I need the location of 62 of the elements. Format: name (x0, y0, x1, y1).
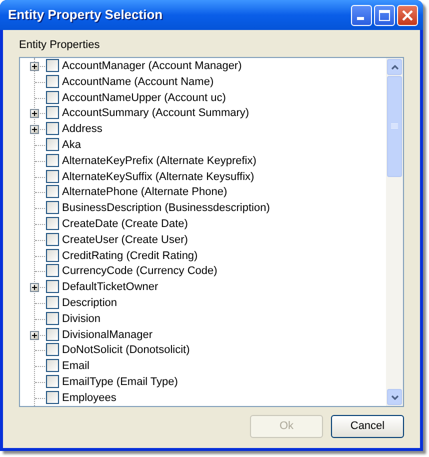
expand-icon[interactable] (30, 125, 39, 134)
close-icon (402, 10, 413, 20)
property-label[interactable]: Division (62, 312, 101, 326)
checkbox[interactable] (46, 59, 59, 72)
property-label[interactable]: BusinessDescription (Businessdescription) (62, 201, 270, 216)
checkbox[interactable] (46, 185, 59, 198)
property-label[interactable]: Email (62, 359, 90, 374)
checkbox[interactable] (46, 264, 59, 278)
checkbox[interactable] (46, 343, 59, 356)
property-label[interactable]: AlternateKeyPrefix (Alternate Keyprefix) (62, 154, 256, 168)
maximize-button[interactable] (374, 4, 395, 26)
checkbox[interactable] (46, 201, 59, 214)
property-label[interactable]: DefaultTicketOwner (62, 280, 158, 294)
checkbox[interactable] (46, 232, 59, 246)
checkbox[interactable] (46, 374, 59, 388)
checkbox[interactable] (46, 74, 59, 88)
property-label[interactable]: AlternatePhone (Alternate Phone) (62, 185, 228, 200)
caret-down-icon (390, 394, 398, 400)
property-label[interactable]: CreditRating (Credit Rating) (62, 248, 198, 263)
checkbox[interactable] (46, 154, 59, 167)
scrollbar[interactable] (386, 58, 403, 406)
property-label[interactable]: Address (62, 122, 102, 136)
scroll-down-button[interactable] (387, 389, 402, 405)
property-label[interactable]: DoNotSolicit (Donotsolicit) (62, 343, 190, 358)
checkbox[interactable] (46, 280, 59, 294)
property-label[interactable]: Description (62, 296, 118, 310)
property-label[interactable]: AccountManager (Account Manager) (62, 59, 242, 73)
checkbox[interactable] (46, 90, 59, 104)
checkbox[interactable] (46, 138, 59, 151)
property-label[interactable]: DivisionalManager (62, 328, 152, 342)
checkbox[interactable] (46, 296, 59, 309)
group-label: Entity Properties (19, 38, 101, 52)
property-label[interactable]: Aka (62, 138, 81, 152)
cancel-button[interactable]: Cancel (331, 415, 404, 438)
checkbox[interactable] (46, 328, 59, 341)
close-button[interactable] (397, 4, 418, 26)
property-label[interactable]: EmailType (Email Type) (62, 374, 178, 389)
checkbox[interactable] (46, 390, 59, 404)
checkbox[interactable] (46, 359, 59, 372)
property-label[interactable]: AccountName (Account Name) (62, 74, 214, 89)
checkbox[interactable] (46, 106, 59, 120)
property-label[interactable]: AccountNameUpper (Account uc) (62, 90, 226, 105)
scroll-thumb[interactable] (387, 76, 402, 177)
minimize-button[interactable] (351, 4, 372, 26)
checkbox[interactable] (46, 312, 59, 325)
checkbox[interactable] (46, 248, 59, 262)
expand-icon[interactable] (30, 109, 39, 118)
expand-icon[interactable] (30, 330, 39, 340)
scroll-up-button[interactable] (387, 59, 402, 75)
checkbox[interactable] (46, 170, 59, 183)
property-label[interactable]: AlternateKeySuffix (Alternate Keysuffix) (62, 170, 254, 184)
expand-icon[interactable] (30, 283, 39, 292)
checkbox[interactable] (46, 122, 59, 136)
expand-icon[interactable] (30, 62, 39, 71)
property-label[interactable]: CreateUser (Create User) (62, 232, 188, 247)
property-label[interactable]: CurrencyCode (Currency Code) (62, 264, 218, 278)
window-title: Entity Property Selection (8, 6, 164, 24)
caret-up-icon (390, 64, 398, 70)
checkbox[interactable] (46, 216, 59, 230)
property-label[interactable]: AccountSummary (Account Summary) (62, 106, 250, 120)
property-label[interactable]: Employees (62, 390, 116, 405)
property-label[interactable]: CreateDate (Create Date) (62, 216, 188, 231)
